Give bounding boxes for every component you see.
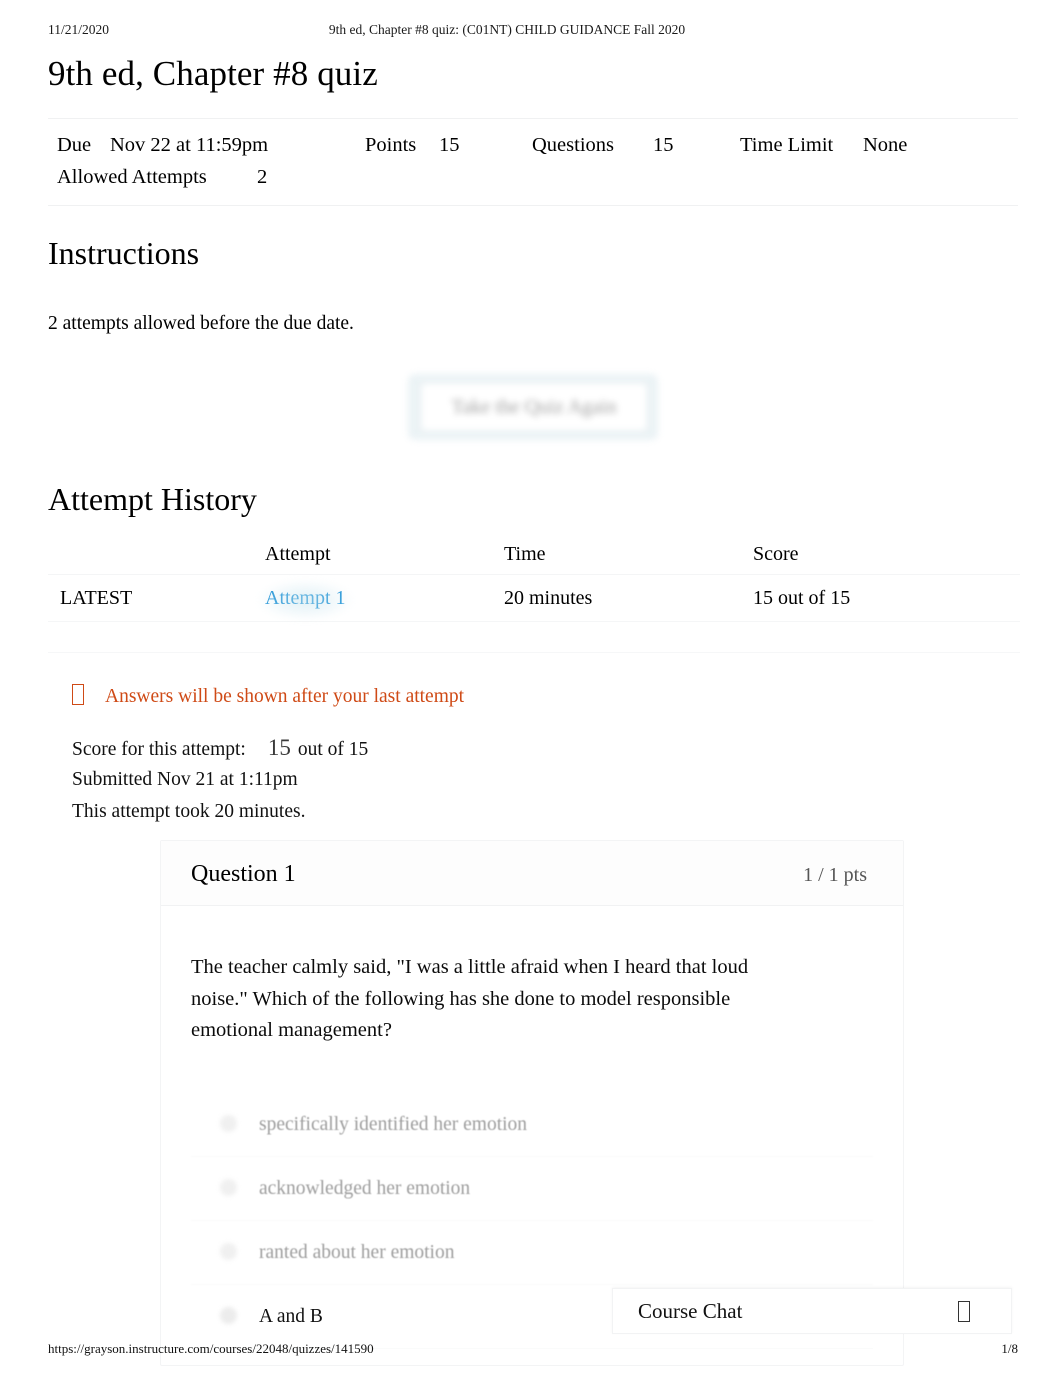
list-item[interactable]: ranted about her emotion xyxy=(191,1221,873,1285)
table-header-row: Attempt Time Score xyxy=(48,534,1020,575)
quiz-details-row-1: Due Nov 22 at 11:59pm Points 15 Question… xyxy=(48,129,1018,161)
quiz-details-row-2: Allowed Attempts 2 xyxy=(48,161,1018,193)
attempt-history-heading: Attempt History xyxy=(48,481,257,517)
question-points: 1 / 1 pts xyxy=(803,864,867,886)
points-label: Points xyxy=(365,134,417,156)
answer-label: specifically identified her emotion xyxy=(259,1113,528,1135)
page-title: 9th ed, Chapter #8 quiz xyxy=(48,54,378,93)
footer-page-number: 1/8 xyxy=(1001,1341,1018,1356)
score-for-attempt-line: Score for this attempt: 15 out of 15 xyxy=(72,732,368,764)
allowed-attempts-value: 2 xyxy=(257,166,268,188)
answers-shown-notice-text: Answers will be shown after your last at… xyxy=(105,686,465,707)
printed-page: 11/21/2020 9th ed, Chapter #8 quiz: (C01… xyxy=(0,0,1062,1377)
allowed-attempts-label: Allowed Attempts xyxy=(57,166,207,188)
radio-button-icon[interactable] xyxy=(220,1178,237,1196)
list-item[interactable]: specifically identified her emotion xyxy=(191,1093,873,1157)
attempt-score-value: 15 out of 15 xyxy=(753,587,851,609)
instructions-heading: Instructions xyxy=(48,235,200,271)
footer-url: https://grayson.instructure.com/courses/… xyxy=(48,1341,374,1356)
print-footer: https://grayson.instructure.com/courses/… xyxy=(48,1341,1018,1359)
answer-label: A and B xyxy=(259,1305,323,1327)
column-header-score: Score xyxy=(753,543,799,565)
answer-label: ranted about her emotion xyxy=(259,1241,455,1263)
due-value: Nov 22 at 11:59pm xyxy=(110,134,269,156)
due-label: Due xyxy=(57,134,92,156)
answer-label: acknowledged her emotion xyxy=(259,1177,471,1199)
time-limit-label: Time Limit xyxy=(740,134,834,156)
time-limit-value: None xyxy=(863,134,908,156)
radio-button-icon[interactable] xyxy=(220,1242,237,1260)
score-out-of-label: out of 15 xyxy=(297,739,369,760)
table-trailing-row xyxy=(48,622,1020,653)
attempt-time-value: 20 minutes xyxy=(504,587,593,609)
questions-label: Questions xyxy=(532,134,614,156)
attempt-1-link[interactable]: Attempt 1 xyxy=(265,587,346,609)
missing-glyph-box-icon xyxy=(72,684,84,705)
points-value: 15 xyxy=(439,134,460,156)
table-row: LATEST Attempt 1 20 minutes 15 out of 15 xyxy=(48,575,1020,622)
column-header-time: Time xyxy=(504,543,546,565)
quiz-details: Due Nov 22 at 11:59pm Points 15 Question… xyxy=(48,118,1018,206)
score-for-attempt-label: Score for this attempt: xyxy=(72,739,246,760)
course-chat-label: Course Chat xyxy=(638,1299,743,1323)
take-quiz-again-button[interactable]: Take the Quiz Again xyxy=(421,383,647,431)
course-chat-panel[interactable]: Course Chat xyxy=(612,1288,1012,1334)
list-item[interactable]: acknowledged her emotion xyxy=(191,1157,873,1221)
print-header: 11/21/2020 9th ed, Chapter #8 quiz: (C01… xyxy=(48,22,1018,42)
radio-button-icon[interactable] xyxy=(220,1114,237,1132)
question-card: Question 1 1 / 1 pts The teacher calmly … xyxy=(160,840,904,1366)
question-header: Question 1 1 / 1 pts xyxy=(161,841,903,906)
print-document-title: 9th ed, Chapter #8 quiz: (C01NT) CHILD G… xyxy=(328,22,686,37)
attempt-history-table: Attempt Time Score LATEST Attempt 1 20 m… xyxy=(48,534,1020,653)
instructions-text: 2 attempts allowed before the due date. xyxy=(48,313,354,334)
take-quiz-again-button-wrapper: Take the Quiz Again xyxy=(408,374,658,440)
answers-shown-notice: Answers will be shown after your last at… xyxy=(72,683,464,711)
missing-glyph-box-icon[interactable] xyxy=(958,1301,970,1322)
submitted-line: Submitted Nov 21 at 1:11pm xyxy=(72,769,298,790)
attempt-kept-badge: LATEST xyxy=(60,587,133,609)
radio-button-icon[interactable] xyxy=(220,1306,237,1324)
question-text: The teacher calmly said, "I was a little… xyxy=(191,956,749,1041)
questions-value: 15 xyxy=(653,134,674,156)
question-body: The teacher calmly said, "I was a little… xyxy=(161,906,903,1349)
attempt-link-cell: Attempt 1 xyxy=(265,575,346,621)
question-title: Question 1 xyxy=(191,861,296,887)
attempt-duration-line: This attempt took 20 minutes. xyxy=(72,801,306,822)
column-header-attempt: Attempt xyxy=(265,543,331,565)
score-summary: Score for this attempt: 15 out of 15 Submi… xyxy=(72,732,368,828)
score-for-attempt-value: 15 xyxy=(267,735,291,760)
